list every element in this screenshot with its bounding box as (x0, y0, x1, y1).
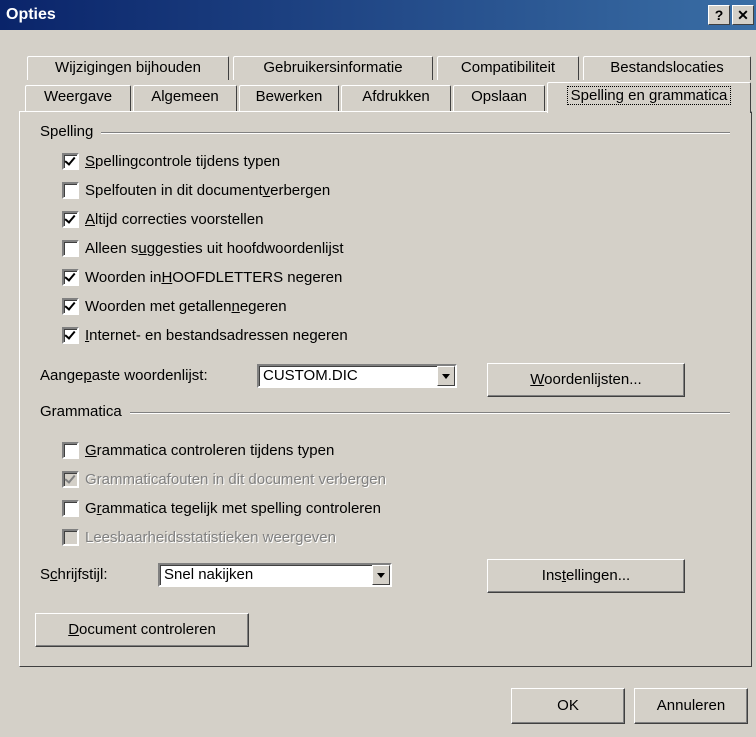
tab-wijzigingen-bijhouden[interactable]: Wijzigingen bijhouden (27, 56, 229, 80)
settings-button[interactable]: Instellingen... (487, 559, 685, 593)
tab-gebruikersinformatie[interactable]: Gebruikersinformatie (233, 56, 433, 80)
ignore-uppercase-checkbox[interactable]: Woorden in H OOFDLETTERS negeren (62, 269, 342, 286)
custom-dictionary-select[interactable]: CUSTOM.DIC (257, 364, 457, 388)
custom-dictionary-label: Aangepaste woordenlijst: (40, 367, 208, 384)
checkbox-box (62, 298, 79, 315)
checkbox-box (62, 211, 79, 228)
spell-check-while-typing-checkbox[interactable]: Spellingcontrole tijdens typen (62, 153, 280, 170)
chevron-down-icon[interactable] (437, 366, 455, 386)
checkbox-box (62, 182, 79, 199)
chevron-down-icon[interactable] (372, 565, 390, 585)
ok-button[interactable]: OK (511, 688, 625, 724)
window-title: Opties (6, 6, 56, 23)
tab-compatibiliteit[interactable]: Compatibiliteit (437, 56, 579, 80)
checkbox-box (62, 327, 79, 344)
writing-style-select[interactable]: Snel nakijken (158, 563, 392, 587)
tab-spelling-en-grammatica[interactable]: Spelling en grammatica (547, 82, 751, 113)
checkbox-box (62, 240, 79, 257)
checkbox-box (62, 500, 79, 517)
writing-style-label: Schrijfstijl: (40, 566, 108, 583)
check-document-button[interactable]: Document controleren (35, 613, 249, 647)
close-button[interactable]: ✕ (732, 5, 754, 25)
spelling-group-divider (40, 132, 730, 134)
tab-weergave[interactable]: Weergave (25, 85, 131, 112)
grammar-with-spelling-checkbox[interactable]: Gr ammatica tegelijk met spelling control… (62, 500, 381, 517)
grammar-group-label: Grammatica (40, 403, 130, 420)
checkbox-box (62, 471, 79, 488)
tab-algemeen[interactable]: Algemeen (133, 85, 237, 112)
dictionaries-button[interactable]: Woordenlijsten... (487, 363, 685, 397)
tab-bestandslocaties[interactable]: Bestandslocaties (583, 56, 751, 80)
always-suggest-corrections-checkbox[interactable]: Altijd correcties voorstellen (62, 211, 263, 228)
cancel-button[interactable]: Annuleren (634, 688, 748, 724)
tab-bewerken[interactable]: Bewerken (239, 85, 339, 112)
ignore-numbers-checkbox[interactable]: Woorden met getallen n egeren (62, 298, 287, 315)
tab-opslaan[interactable]: Opslaan (453, 85, 545, 112)
spelling-group-label: Spelling (40, 123, 102, 140)
help-button[interactable]: ? (708, 5, 730, 25)
tab-afdrukken[interactable]: Afdrukken (341, 85, 451, 112)
grammar-group-divider (40, 412, 730, 414)
checkbox-box (62, 269, 79, 286)
checkbox-box (62, 529, 79, 546)
checkbox-box (62, 442, 79, 459)
checkbox-box (62, 153, 79, 170)
main-dictionary-only-checkbox[interactable]: Alleen s u ggesties uit hoofdwoordenlijst (62, 240, 344, 257)
hide-grammar-errors-checkbox: Grammaticafouten in dit document verberg… (62, 471, 386, 488)
title-bar: Opties ? ✕ (0, 0, 756, 30)
readability-statistics-checkbox: Leesbaarheidsstatistieken weergeven (62, 529, 336, 546)
ignore-internet-addresses-checkbox[interactable]: Internet- en bestandsadressen negeren (62, 327, 348, 344)
grammar-check-while-typing-checkbox[interactable]: Grammatica controleren tijdens typen (62, 442, 334, 459)
hide-spelling-errors-checkbox[interactable]: Spelfouten in dit document v erbergen (62, 182, 330, 199)
